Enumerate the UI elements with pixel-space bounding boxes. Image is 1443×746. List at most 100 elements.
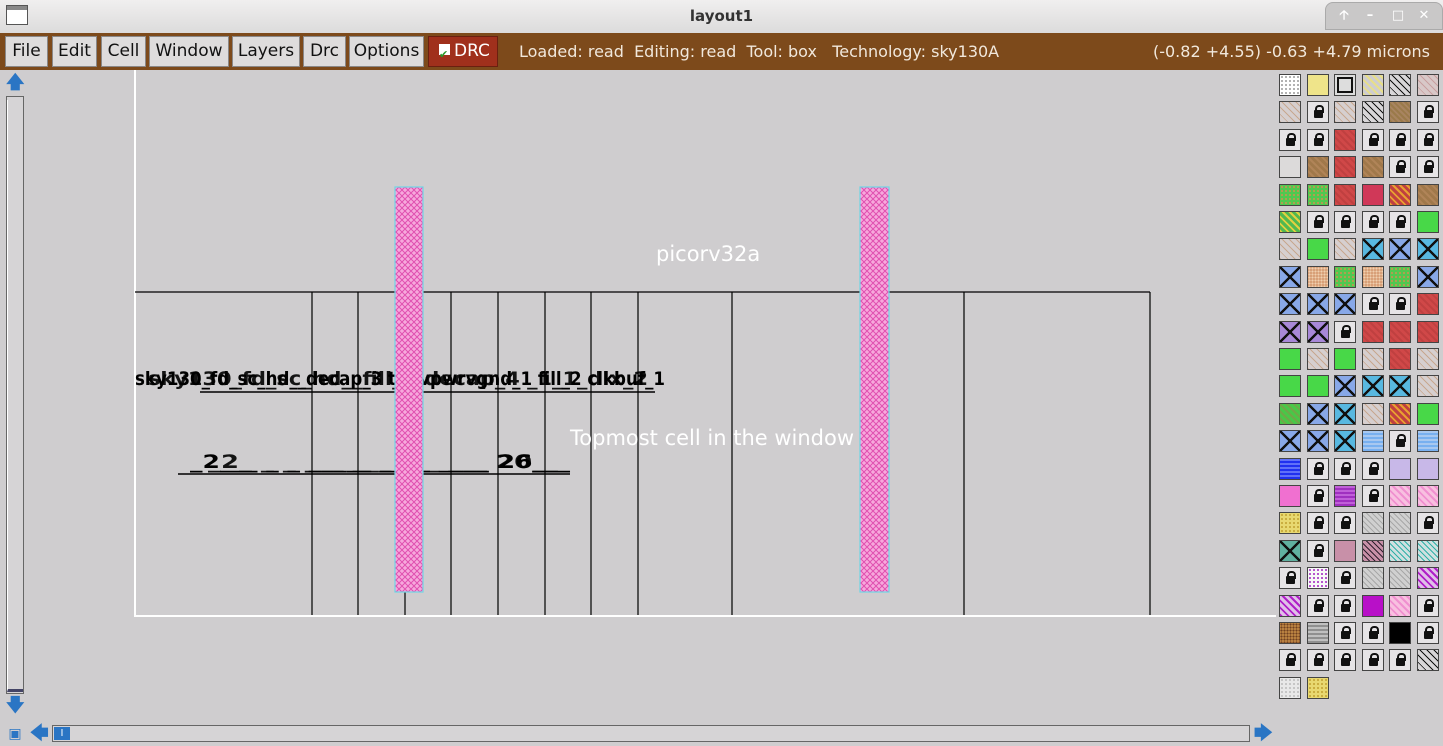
layer-swatch-crimson[interactable] xyxy=(1361,183,1384,206)
layer-lock-icon[interactable] xyxy=(1306,211,1329,233)
layer-swatch-greendots[interactable] xyxy=(1279,183,1301,206)
layer-swatch-bluex[interactable] xyxy=(1389,238,1411,261)
layer-lock-icon[interactable] xyxy=(1306,101,1329,124)
layer-swatch-tan[interactable] xyxy=(1416,348,1439,370)
layer-lock-icon[interactable] xyxy=(1416,622,1439,644)
layer-lock-icon[interactable] xyxy=(1306,539,1329,562)
layer-swatch-greyhatch[interactable] xyxy=(1361,512,1384,535)
layer-swatch-green[interactable] xyxy=(1279,348,1301,370)
layer-lock-icon[interactable] xyxy=(1416,594,1439,617)
layer-swatch-cyanx[interactable] xyxy=(1361,375,1384,398)
layer-lock-icon[interactable] xyxy=(1334,649,1356,672)
layer-swatch-lilac[interactable] xyxy=(1416,457,1439,480)
layer-swatch-purplex[interactable] xyxy=(1306,320,1329,343)
layer-swatch-greyhatch[interactable] xyxy=(1389,512,1411,535)
layer-swatch-brown[interactable] xyxy=(1306,156,1329,179)
layer-swatch-diag[interactable] xyxy=(1389,74,1411,96)
layer-swatch-tan[interactable] xyxy=(1279,238,1301,261)
layer-swatch-lightdots[interactable] xyxy=(1279,676,1301,699)
layer-swatch-bluewave[interactable] xyxy=(1279,457,1301,480)
layer-swatch-red[interactable] xyxy=(1416,293,1439,316)
layer-swatch-mauvehatch[interactable] xyxy=(1361,539,1384,562)
layer-swatch-tealhatch[interactable] xyxy=(1416,539,1439,562)
menu-cell[interactable]: Cell xyxy=(101,36,146,67)
layer-swatch-tan[interactable] xyxy=(1416,375,1439,398)
layer-swatch-grey[interactable] xyxy=(1279,156,1301,179)
layer-lock-icon[interactable] xyxy=(1416,156,1439,179)
layer-swatch-magenta[interactable] xyxy=(1361,594,1384,617)
layer-swatch-tandots[interactable] xyxy=(1361,265,1384,288)
maximize-icon[interactable]: □ xyxy=(1388,7,1408,25)
layer-swatch-wave[interactable] xyxy=(1361,430,1384,453)
horizontal-scrollbar[interactable]: ▣ 🡄 I 🡆 xyxy=(0,722,1278,746)
horizontal-scroll-thumb[interactable]: I xyxy=(54,727,70,740)
layer-lock-icon[interactable] xyxy=(1334,512,1356,535)
layer-swatch-cyanx[interactable] xyxy=(1416,238,1439,261)
layer-swatch-purplehatch[interactable] xyxy=(1416,567,1439,590)
layer-swatch-tan[interactable] xyxy=(1279,101,1301,124)
menu-edit[interactable]: Edit xyxy=(52,36,97,67)
layer-lock-icon[interactable] xyxy=(1279,649,1301,672)
menu-options[interactable]: Options xyxy=(349,36,424,67)
layer-swatch-orangehatch[interactable] xyxy=(1389,402,1411,425)
drc-checkbox-icon[interactable] xyxy=(439,40,450,69)
layer-lock-icon[interactable] xyxy=(1306,512,1329,535)
layer-swatch-greyhatch[interactable] xyxy=(1389,567,1411,590)
layer-lock-icon[interactable] xyxy=(1306,594,1329,617)
menu-layers[interactable]: Layers xyxy=(232,36,300,67)
layer-lock-icon[interactable] xyxy=(1389,649,1411,672)
layer-swatch-cyanx[interactable] xyxy=(1334,402,1356,425)
layer-swatch-bluex[interactable] xyxy=(1334,293,1356,316)
layer-swatch-brown[interactable] xyxy=(1416,183,1439,206)
layer-swatch-outline[interactable] xyxy=(1334,74,1356,96)
layer-swatch-cyanx[interactable] xyxy=(1334,430,1356,453)
layer-swatch-pinkhatch[interactable] xyxy=(1389,594,1411,617)
layer-swatch-mauve[interactable] xyxy=(1334,539,1356,562)
layer-swatch-bluex[interactable] xyxy=(1306,430,1329,453)
layer-swatch-cyanx[interactable] xyxy=(1361,238,1384,261)
vertical-scrollbar[interactable]: 🡅 🡇 xyxy=(0,70,30,722)
menu-file[interactable]: File xyxy=(5,36,48,67)
layer-swatch-tan[interactable] xyxy=(1306,348,1329,370)
metal-stripe-left[interactable] xyxy=(394,186,424,593)
layer-lock-icon[interactable] xyxy=(1361,293,1384,316)
layer-lock-icon[interactable] xyxy=(1334,320,1356,343)
layer-lock-icon[interactable] xyxy=(1334,567,1356,590)
metal-stripe-right[interactable] xyxy=(859,186,890,593)
layer-swatch-bluex[interactable] xyxy=(1416,265,1439,288)
layer-swatch-tan[interactable] xyxy=(1361,402,1384,425)
layer-swatch-greendots[interactable] xyxy=(1306,183,1329,206)
scroll-right-icon[interactable]: 🡆 xyxy=(1254,725,1273,743)
layer-lock-icon[interactable] xyxy=(1334,211,1356,233)
layer-swatch-tealhatch[interactable] xyxy=(1389,539,1411,562)
layer-swatch-pinkish[interactable] xyxy=(1416,74,1439,96)
layer-swatch-orangehatch[interactable] xyxy=(1389,183,1411,206)
layer-swatch-cyanx[interactable] xyxy=(1389,375,1411,398)
layer-swatch-brown[interactable] xyxy=(1361,156,1384,179)
layer-lock-icon[interactable] xyxy=(1389,211,1411,233)
layer-swatch-greywave[interactable] xyxy=(1306,622,1329,644)
layer-swatch-tandots[interactable] xyxy=(1306,265,1329,288)
layer-swatch-tan[interactable] xyxy=(1361,348,1384,370)
drc-toggle[interactable]: DRC xyxy=(428,36,498,69)
raise-icon[interactable]: 🡡 xyxy=(1334,7,1354,25)
layer-lock-icon[interactable] xyxy=(1416,101,1439,124)
layer-swatch-greyhatch[interactable] xyxy=(1361,567,1384,590)
layer-swatch-yellow[interactable] xyxy=(1306,74,1329,96)
layer-swatch-green[interactable] xyxy=(1279,375,1301,398)
layer-swatch-greendots[interactable] xyxy=(1389,265,1411,288)
menu-drc[interactable]: Drc xyxy=(303,36,346,67)
layer-lock-icon[interactable] xyxy=(1361,622,1384,644)
layer-lock-icon[interactable] xyxy=(1361,485,1384,507)
layer-swatch-browndots[interactable] xyxy=(1279,622,1301,644)
layer-swatch-yellowdots[interactable] xyxy=(1279,512,1301,535)
layer-lock-icon[interactable] xyxy=(1279,567,1301,590)
layer-swatch-green[interactable] xyxy=(1334,348,1356,370)
layer-swatch-pink[interactable] xyxy=(1279,485,1301,507)
scroll-up-icon[interactable]: 🡅 xyxy=(6,74,25,92)
layer-swatch-pinkhatch[interactable] xyxy=(1416,485,1439,507)
layer-swatch-lilac[interactable] xyxy=(1389,457,1411,480)
layer-lock-icon[interactable] xyxy=(1389,293,1411,316)
layer-lock-icon[interactable] xyxy=(1361,211,1384,233)
layer-lock-icon[interactable] xyxy=(1389,156,1411,179)
